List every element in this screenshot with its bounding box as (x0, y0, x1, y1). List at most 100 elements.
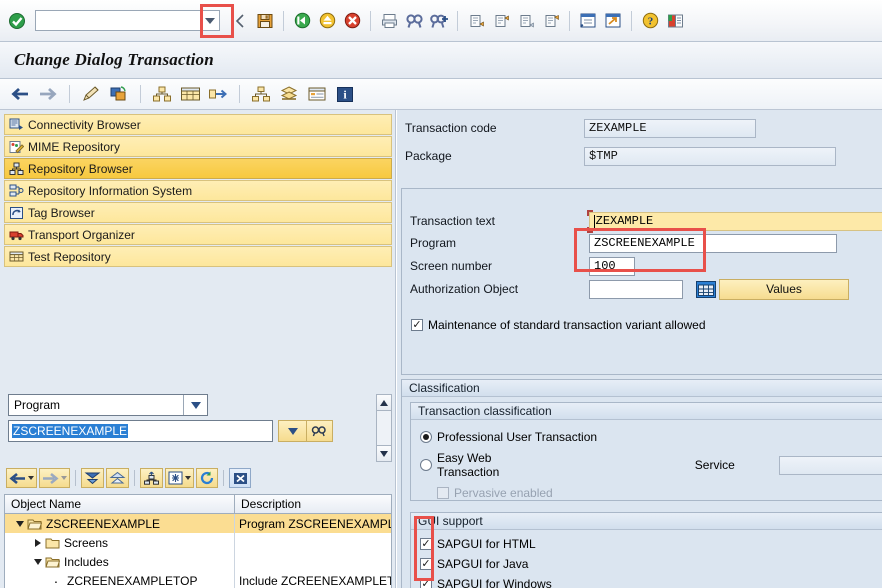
pervasive-label: Pervasive enabled (454, 486, 553, 500)
tree-toolbar (6, 468, 251, 488)
back-arrow-icon[interactable] (229, 10, 251, 32)
expand-all-button[interactable] (81, 468, 104, 488)
object-list-button[interactable] (140, 468, 163, 488)
display-mode-button[interactable] (165, 468, 194, 488)
exit-yellow-icon[interactable] (316, 10, 338, 32)
sidebar-item-label: Connectivity Browser (28, 117, 141, 132)
sapgui-windows-row[interactable]: ✓ SAPGUI for Windows (411, 577, 882, 588)
sapgui-windows-checkbox[interactable]: ✓ (420, 578, 432, 588)
stack-icon[interactable] (277, 83, 301, 105)
help-icon[interactable]: ? (639, 10, 661, 32)
sapgui-html-row[interactable]: ✓ SAPGUI for HTML (411, 537, 882, 551)
transaction-text-input[interactable]: ZEXAMPLE (586, 209, 882, 233)
object-name-dropdown-button[interactable] (278, 420, 307, 442)
text-cursor (593, 214, 595, 228)
command-field[interactable] (35, 10, 220, 31)
scroll-up-button[interactable] (377, 395, 391, 411)
next-page-icon[interactable] (515, 10, 537, 32)
object-type-select[interactable]: Program (8, 394, 208, 416)
create-shortcut-icon[interactable] (602, 10, 624, 32)
twisty-right-icon[interactable] (31, 538, 45, 547)
sapgui-java-row[interactable]: ✓ SAPGUI for Java (411, 557, 882, 571)
screen-number-input[interactable]: 100 (589, 256, 635, 276)
print-icon[interactable] (378, 10, 400, 32)
twisty-down-icon[interactable] (13, 520, 27, 527)
table-row[interactable]: Screens (5, 533, 391, 552)
object-name-search-help-button[interactable] (307, 420, 333, 442)
twisty-down-icon[interactable] (31, 558, 45, 565)
sidebar-item-repository-information-system[interactable]: Repository Information System (4, 180, 392, 201)
navigate-icon[interactable] (206, 83, 230, 105)
classification-panel: Classification Transaction classificatio… (401, 379, 882, 588)
toolbar-divider (569, 10, 570, 31)
back-icon[interactable] (8, 83, 32, 105)
chevron-down-icon[interactable] (61, 476, 67, 480)
find-icon[interactable] (403, 10, 425, 32)
chevron-down-icon[interactable] (28, 476, 34, 480)
information-icon[interactable]: i (333, 83, 357, 105)
previous-page-icon[interactable] (490, 10, 512, 32)
close-tree-button[interactable] (229, 468, 251, 488)
tree-back-button[interactable] (6, 468, 37, 488)
scroll-down-button[interactable] (377, 445, 391, 461)
chevron-down-icon[interactable] (183, 395, 207, 415)
professional-user-radio-row[interactable]: Professional User Transaction (411, 430, 882, 444)
edit-pencil-icon[interactable] (79, 83, 103, 105)
create-session-icon[interactable] (577, 10, 599, 32)
toolbar-divider (223, 470, 224, 486)
object-tree: Object Name Description ZSCREENEXAMPLE P… (4, 494, 392, 588)
table-row[interactable]: · ZCREENEXAMPLETOP Include ZCREENEXAMPLE… (5, 571, 391, 588)
table-icon[interactable] (178, 83, 202, 105)
service-input[interactable] (778, 455, 882, 475)
table-row[interactable]: Includes (5, 552, 391, 571)
find-next-icon[interactable] (428, 10, 450, 32)
transaction-detail-pane: Transaction code ZEXAMPLE Package $TMP T… (397, 110, 882, 588)
table-row[interactable]: ZSCREENEXAMPLE Program ZSCREENEXAMPLE (5, 514, 391, 533)
professional-user-radio[interactable] (420, 431, 432, 443)
list-icon[interactable] (305, 83, 329, 105)
values-table-icon (695, 280, 717, 299)
chevron-down-icon[interactable] (185, 476, 191, 480)
sidebar-item-test-repository[interactable]: Test Repository (4, 246, 392, 267)
column-header-description[interactable]: Description (235, 495, 391, 513)
sidebar-item-repository-browser[interactable]: Repository Browser (4, 158, 392, 179)
last-page-icon[interactable] (540, 10, 562, 32)
hierarchy-icon[interactable] (249, 83, 273, 105)
transaction-code-label: Transaction code (405, 121, 497, 135)
toolbar-divider (134, 470, 135, 486)
tree-cell-description: Program ZSCREENEXAMPLE (235, 514, 391, 533)
column-header-object-name[interactable]: Object Name (5, 495, 235, 513)
tree-forward-button[interactable] (39, 468, 70, 488)
sidebar-item-mime-repository[interactable]: MIME Repository (4, 136, 392, 157)
back-green-icon[interactable] (291, 10, 313, 32)
program-input[interactable]: ZSCREENEXAMPLE (589, 233, 837, 253)
collapse-all-button[interactable] (106, 468, 129, 488)
transaction-classification-group: Transaction classification Professional … (410, 402, 882, 501)
sidebar-item-transport-organizer[interactable]: Transport Organizer (4, 224, 392, 245)
variant-checkbox[interactable]: ✓ (411, 319, 423, 331)
values-button[interactable]: Values (719, 278, 849, 300)
copy-object-icon[interactable] (107, 83, 131, 105)
other-object-icon[interactable] (150, 83, 174, 105)
sidebar-item-tag-browser[interactable]: Tag Browser (4, 202, 392, 223)
object-name-input[interactable]: ZSCREENEXAMPLE (8, 420, 273, 442)
selector-scrollbar[interactable] (376, 394, 392, 462)
easy-web-radio-row[interactable]: Easy Web Transaction Service (411, 451, 882, 479)
sapgui-html-label: SAPGUI for HTML (437, 537, 536, 551)
forward-icon[interactable] (36, 83, 60, 105)
easy-web-radio[interactable] (420, 459, 432, 471)
variant-checkbox-row[interactable]: ✓ Maintenance of standard transaction va… (402, 318, 882, 332)
chevron-down-icon[interactable] (205, 17, 215, 24)
tree-cell-name: · ZCREENEXAMPLETOP (5, 571, 235, 588)
save-icon[interactable] (254, 10, 276, 32)
authorization-object-input[interactable] (589, 279, 683, 299)
refresh-button[interactable] (196, 468, 218, 488)
cancel-red-icon[interactable] (341, 10, 363, 32)
first-page-icon[interactable] (465, 10, 487, 32)
customize-layout-icon[interactable] (664, 10, 686, 32)
sapgui-html-checkbox[interactable]: ✓ (420, 538, 432, 550)
enter-checkmark-icon[interactable] (6, 10, 28, 32)
sapgui-java-checkbox[interactable]: ✓ (420, 558, 432, 570)
sidebar-item-connectivity-browser[interactable]: Connectivity Browser (4, 114, 392, 135)
toolbar-divider (239, 85, 240, 103)
